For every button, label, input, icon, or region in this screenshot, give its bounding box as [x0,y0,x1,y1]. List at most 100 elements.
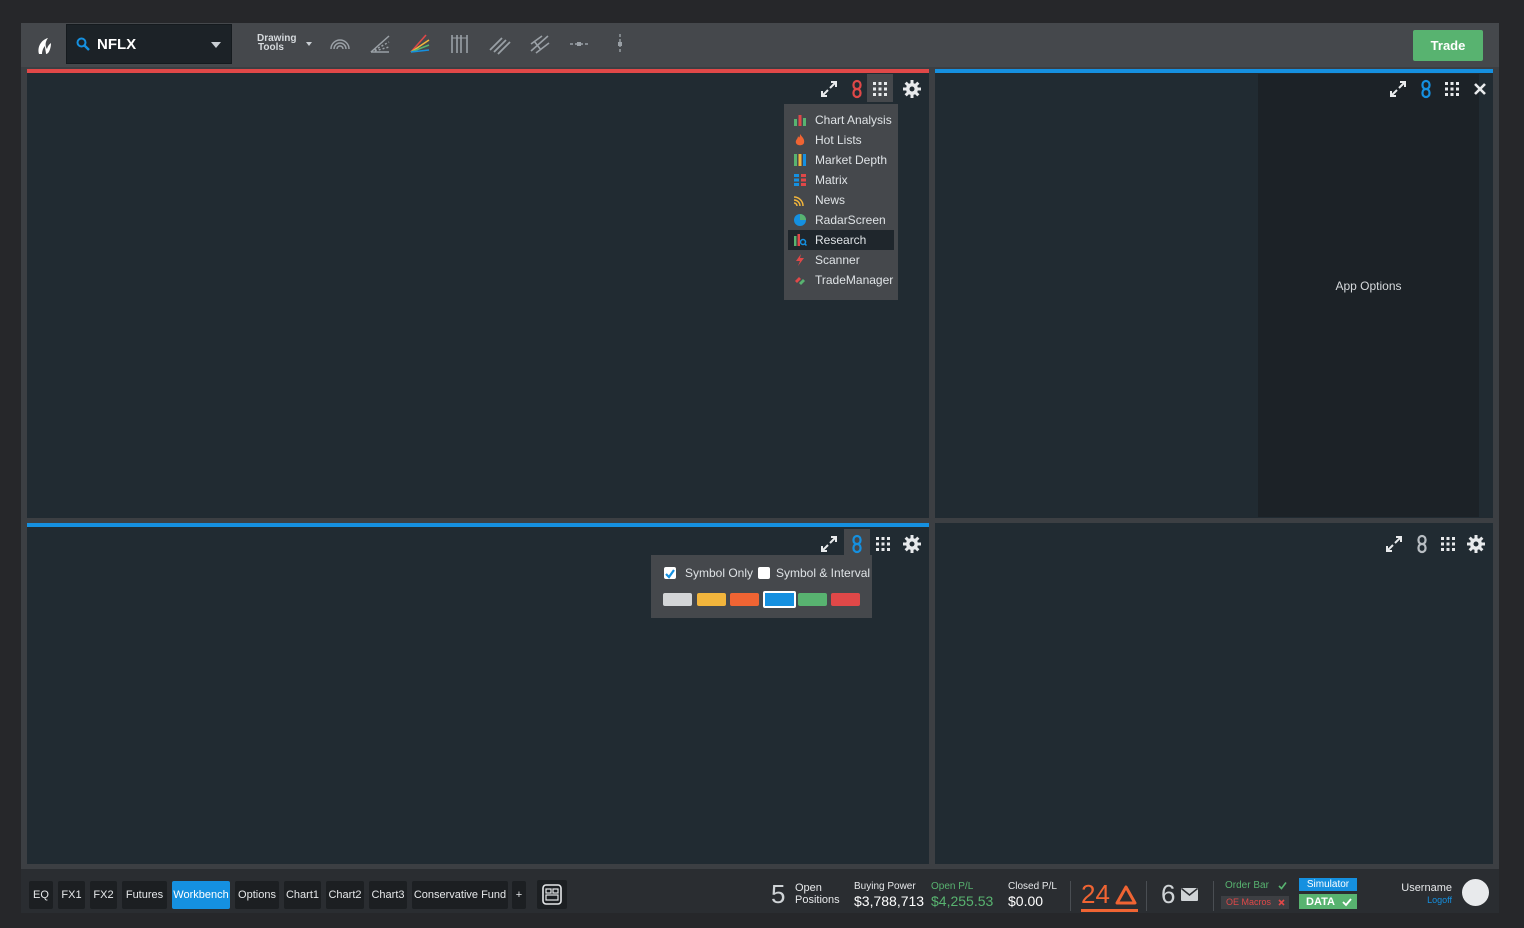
tab-fx1[interactable]: FX1 [58,881,85,909]
main-toolbar: NFLX Drawing Tools Trade [21,23,1499,67]
radar-icon [794,214,806,226]
tab-eq[interactable]: EQ [29,881,53,909]
symbol-only-label: Symbol Only [685,566,754,580]
open-pl-label: Open P/L [931,881,974,892]
horizontal-line-icon[interactable] [568,32,592,56]
tab-chart1[interactable]: Chart1 [284,881,321,909]
panel-link-color-bar [935,69,1493,73]
symbol-only-checkbox[interactable] [664,567,676,579]
menu-item-matrix[interactable]: Matrix [788,170,894,190]
divider [1213,881,1214,911]
menu-item-chart-analysis[interactable]: Chart Analysis [788,110,894,130]
tab-fx2[interactable]: FX2 [90,881,117,909]
link-icon[interactable] [846,78,868,100]
tab-chart2[interactable]: Chart2 [326,881,364,909]
menu-item-radarscreen[interactable]: RadarScreen [788,210,894,230]
order-bar-status[interactable]: Order Bar [1224,880,1287,894]
oe-macros-status[interactable]: OE Macros [1221,896,1289,909]
menu-item-scanner[interactable]: Scanner [788,250,894,270]
tab-chart3[interactable]: Chart3 [369,881,407,909]
gear-icon[interactable] [901,78,923,100]
fibonacci-arc-icon[interactable] [328,32,352,56]
avatar[interactable] [1462,879,1489,906]
fibonacci-time-zones-icon[interactable] [448,32,472,56]
tab-futures[interactable]: Futures [122,881,167,909]
tab-workbench[interactable]: Workbench [172,881,230,909]
trade-button[interactable]: Trade [1413,30,1483,61]
closed-pl-label: Closed P/L [1008,881,1057,892]
layout-button[interactable] [537,880,567,909]
checkmark-icon [665,569,675,579]
symbol-link-popup: Symbol Only Symbol & Interval [651,555,872,618]
open-positions-label-line2: Positions [795,894,840,906]
panel-link-color-bar [27,523,929,527]
add-tab-button[interactable]: + [512,881,526,909]
open-positions-count[interactable]: 5 [771,879,785,910]
maximize-icon[interactable] [1383,533,1405,555]
open-pl-value: $4,255.53 [931,893,994,909]
chevron-down-icon[interactable] [211,42,221,48]
andrews-pitchfork-icon[interactable] [528,32,552,56]
logoff-link[interactable]: Logoff [1427,895,1452,905]
link-color-yellow[interactable] [697,593,726,606]
apps-grid-icon[interactable] [872,533,894,555]
alert-triangle-icon [1115,885,1137,905]
open-positions-label-line1: Open [795,882,822,894]
check-icon [1342,898,1352,907]
menu-item-hot-lists[interactable]: Hot Lists [788,130,894,150]
gann-fan-icon[interactable] [368,32,392,56]
messages-count: 6 [1161,879,1176,909]
menu-item-trademanager[interactable]: TradeManager [788,270,894,290]
simulator-label: Simulator [1306,879,1350,890]
matrix-icon [794,174,806,186]
gear-icon[interactable] [901,533,923,555]
tab-options[interactable]: Options [235,881,279,909]
maximize-icon[interactable] [818,78,840,100]
close-icon[interactable] [1469,78,1491,100]
simulator-badge: Simulator [1299,878,1357,891]
link-icon[interactable] [1411,533,1433,555]
link-color-blue-selected[interactable] [763,591,796,608]
oe-macros-label: OE Macros [1226,897,1272,907]
link-color-green[interactable] [798,593,827,606]
menu-item-market-depth[interactable]: Market Depth [788,150,894,170]
tab-conservative-fund[interactable]: Conservative Fund [412,881,508,909]
link-color-red[interactable] [831,593,860,606]
drawing-tools-dropdown[interactable]: Drawing Tools [257,34,312,53]
parallel-lines-icon[interactable] [488,32,512,56]
divider [1146,881,1147,911]
maximize-icon[interactable] [1387,78,1409,100]
x-icon [1278,899,1285,906]
link-icon[interactable] [846,533,868,555]
layout-icon [542,884,562,905]
link-color-gray[interactable] [663,593,692,606]
vertical-line-icon[interactable] [608,32,632,56]
menu-item-news[interactable]: News [788,190,894,210]
symbol-input[interactable]: NFLX [97,36,136,53]
buying-power-label: Buying Power [854,881,916,892]
search-icon [76,37,90,51]
chart-analysis-icon [794,115,806,126]
panel-link-color-bar [27,69,929,73]
link-color-orange[interactable] [730,593,759,606]
apps-grid-icon[interactable] [1437,533,1459,555]
alerts-button[interactable]: 24 [1081,875,1138,913]
link-icon[interactable] [1415,78,1437,100]
buying-power-value: $3,788,713 [854,893,925,909]
closed-pl-value: $0.00 [1008,893,1044,909]
apps-grid-icon[interactable] [1441,78,1463,100]
symbol-lookup[interactable]: NFLX [66,24,232,64]
data-label: DATA [1306,896,1335,908]
rss-icon [793,196,804,207]
app-options-label: App Options [1335,279,1402,293]
app-options-area[interactable]: App Options [1258,74,1479,517]
menu-item-research[interactable]: Research [788,230,894,250]
speed-lines-icon[interactable] [408,32,432,56]
research-icon [794,234,807,247]
messages-button[interactable]: 6 [1161,875,1205,909]
gear-icon[interactable] [1465,533,1487,555]
apps-grid-icon[interactable] [869,78,891,100]
app-logo-icon [38,38,51,54]
symbol-interval-checkbox[interactable] [758,567,770,579]
maximize-icon[interactable] [818,533,840,555]
